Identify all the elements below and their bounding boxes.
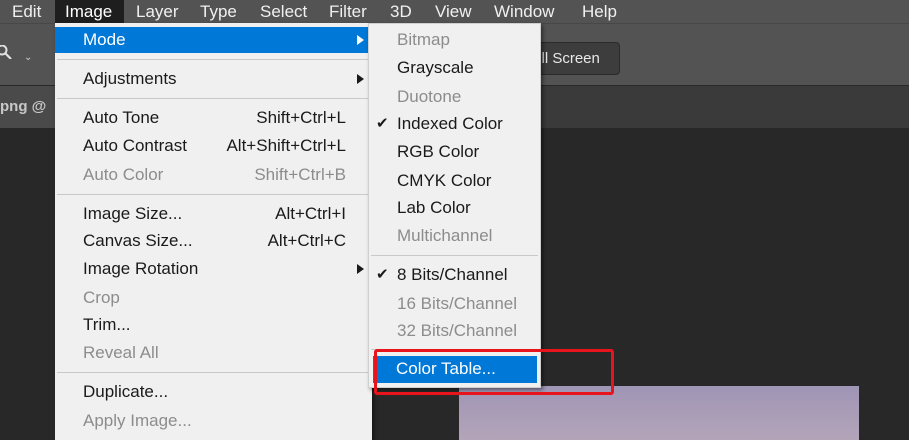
menu-item-label: Indexed Color — [397, 114, 503, 133]
menu-filter[interactable]: Filter — [329, 0, 367, 23]
menu-item-label: 8 Bits/Channel — [397, 265, 508, 284]
mode-item-bitmap: Bitmap — [369, 27, 540, 53]
menu-item-label: Auto Contrast — [83, 136, 187, 155]
mode-submenu: Bitmap Grayscale Duotone ✔ Indexed Color… — [368, 23, 541, 388]
menu-window[interactable]: Window — [494, 0, 554, 23]
menu-item-label: 32 Bits/Channel — [397, 321, 518, 340]
menu-layer[interactable]: Layer — [136, 0, 179, 23]
menu-item-label: Mode — [83, 30, 126, 49]
menu-3d[interactable]: 3D — [390, 0, 412, 23]
mode-item-cmyk-color[interactable]: CMYK Color — [369, 168, 540, 194]
menu-divider — [57, 59, 370, 60]
menu-type[interactable]: Type — [200, 0, 237, 23]
menu-item-label: Lab Color — [397, 198, 471, 217]
menu-divider — [57, 372, 370, 373]
submenu-arrow-icon — [357, 264, 364, 274]
zoom-icon[interactable] — [0, 45, 14, 59]
menu-item-label: Grayscale — [397, 58, 474, 77]
menu-item-apply-image: Apply Image... — [55, 408, 372, 434]
menu-item-label: Duotone — [397, 87, 462, 106]
document-image[interactable] — [459, 386, 859, 440]
menu-item-label: Image Size... — [83, 204, 183, 223]
fill-screen-button[interactable]: Fill Screen — [528, 42, 620, 75]
menu-item-label: Reveal All — [83, 343, 159, 362]
menu-item-label: Apply Image... — [83, 411, 192, 430]
menu-item-label: Color Table... — [396, 359, 496, 378]
menu-divider — [371, 255, 538, 256]
menu-item-label: Image Rotation — [83, 259, 199, 278]
menu-item-auto-contrast[interactable]: Auto Contrast Alt+Shift+Ctrl+L — [55, 133, 372, 159]
menu-divider — [57, 98, 370, 99]
menu-item-canvas-size[interactable]: Canvas Size... Alt+Ctrl+C — [55, 228, 372, 254]
mode-item-multichannel: Multichannel — [369, 223, 540, 249]
document-tab-title: png @ — [0, 98, 47, 115]
menu-item-duplicate[interactable]: Duplicate... — [55, 379, 372, 405]
menu-item-label: Auto Color — [83, 165, 164, 184]
menu-select[interactable]: Select — [260, 0, 307, 23]
menu-divider — [57, 194, 370, 195]
menu-item-shortcut: Shift+Ctrl+B — [254, 165, 346, 184]
mode-item-indexed-color[interactable]: ✔ Indexed Color — [369, 111, 540, 137]
checkmark-icon: ✔ — [376, 115, 389, 132]
menu-item-label: Canvas Size... — [83, 231, 193, 250]
menu-item-auto-tone[interactable]: Auto Tone Shift+Ctrl+L — [55, 105, 372, 131]
mode-item-duotone: Duotone — [369, 84, 540, 110]
mode-item-16-bits: 16 Bits/Channel — [369, 291, 540, 317]
menu-item-reveal-all: Reveal All — [55, 340, 372, 366]
menu-item-label: Auto Tone — [83, 108, 160, 127]
menu-bar: Edit Image Layer Type Select Filter 3D V… — [0, 0, 909, 23]
mode-item-color-table[interactable]: Color Table... — [373, 356, 537, 383]
menu-edit[interactable]: Edit — [12, 0, 41, 23]
menu-item-label: Duplicate... — [83, 382, 169, 401]
submenu-arrow-icon — [357, 74, 364, 84]
mode-item-8-bits[interactable]: ✔ 8 Bits/Channel — [369, 262, 540, 288]
submenu-arrow-icon — [357, 35, 364, 45]
menu-item-image-rotation[interactable]: Image Rotation — [55, 256, 372, 282]
image-menu: Mode Adjustments Auto Tone Shift+Ctrl+L … — [55, 23, 372, 440]
menu-divider — [371, 349, 538, 350]
menu-item-image-size[interactable]: Image Size... Alt+Ctrl+I — [55, 201, 372, 227]
mode-item-grayscale[interactable]: Grayscale — [369, 55, 540, 81]
mode-item-32-bits: 32 Bits/Channel — [369, 318, 540, 344]
menu-item-mode[interactable]: Mode — [55, 27, 372, 53]
menu-item-label: CMYK Color — [397, 171, 492, 190]
menu-item-label: Crop — [83, 288, 120, 307]
menu-item-shortcut: Alt+Ctrl+I — [275, 204, 346, 223]
menu-item-label: Multichannel — [397, 226, 493, 245]
menu-item-label: 16 Bits/Channel — [397, 294, 518, 313]
mode-item-lab-color[interactable]: Lab Color — [369, 195, 540, 221]
menu-help[interactable]: Help — [582, 0, 617, 23]
menu-item-label: Bitmap — [397, 30, 450, 49]
menu-image[interactable]: Image — [55, 0, 124, 23]
menu-item-label: Adjustments — [83, 69, 177, 88]
menu-item-shortcut: Alt+Ctrl+C — [267, 231, 346, 250]
menu-item-crop: Crop — [55, 285, 372, 311]
checkmark-icon: ✔ — [376, 266, 389, 283]
menu-view[interactable]: View — [435, 0, 472, 23]
menu-item-adjustments[interactable]: Adjustments — [55, 66, 372, 92]
menu-item-trim[interactable]: Trim... — [55, 312, 372, 338]
menu-item-shortcut: Shift+Ctrl+L — [256, 108, 346, 127]
mode-item-rgb-color[interactable]: RGB Color — [369, 139, 540, 165]
menu-item-label: RGB Color — [397, 142, 480, 161]
document-tab[interactable]: png @ — [0, 86, 60, 128]
menu-item-shortcut: Alt+Shift+Ctrl+L — [226, 136, 346, 155]
menu-item-label: Trim... — [83, 315, 131, 334]
chevron-down-icon[interactable]: ⌄ — [24, 52, 32, 63]
menu-item-auto-color: Auto Color Shift+Ctrl+B — [55, 162, 372, 188]
